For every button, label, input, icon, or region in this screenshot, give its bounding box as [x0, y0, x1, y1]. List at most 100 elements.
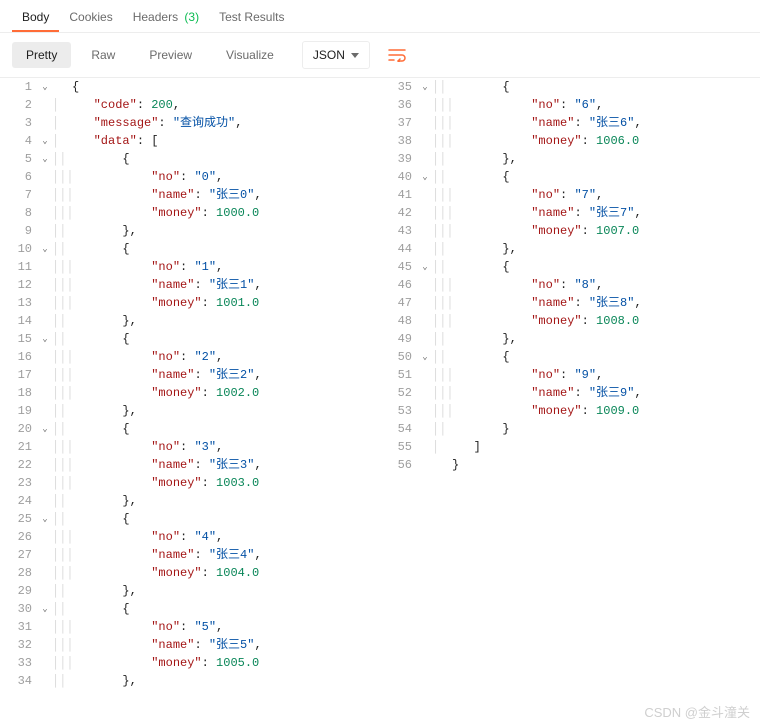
code-line: 42│││ "name": "张三7",	[380, 204, 760, 222]
indent-guide: │││	[432, 114, 452, 132]
code-line: 54││ }	[380, 420, 760, 438]
indent-guide: │││	[432, 312, 452, 330]
line-number: 12	[0, 276, 38, 294]
code-content: {	[72, 600, 380, 618]
code-line: 11│││ "no": "1",	[0, 258, 380, 276]
fold-toggle[interactable]: ⌄	[418, 78, 432, 96]
code-content: {	[72, 330, 380, 348]
code-content: },	[72, 582, 380, 600]
tab-cookies[interactable]: Cookies	[59, 4, 122, 32]
indent-guide: │││	[52, 546, 72, 564]
line-number: 47	[380, 294, 418, 312]
code-content: "no": "8",	[452, 276, 760, 294]
code-content: },	[452, 150, 760, 168]
line-number: 38	[380, 132, 418, 150]
code-content: {	[72, 78, 380, 96]
line-number: 23	[0, 474, 38, 492]
code-line: 44││ },	[380, 240, 760, 258]
tab-test-results[interactable]: Test Results	[209, 4, 294, 32]
line-number: 27	[0, 546, 38, 564]
line-number: 50	[380, 348, 418, 366]
tab-headers[interactable]: Headers (3)	[123, 4, 209, 32]
wrap-lines-button[interactable]	[380, 42, 414, 68]
line-number: 4	[0, 132, 38, 150]
code-content: }	[452, 456, 760, 474]
code-content: ]	[452, 438, 760, 456]
fold-toggle[interactable]: ⌄	[38, 420, 52, 438]
indent-guide: │││	[52, 636, 72, 654]
fold-toggle[interactable]: ⌄	[418, 168, 432, 186]
format-select[interactable]: JSON	[302, 41, 370, 69]
line-number: 2	[0, 96, 38, 114]
indent-guide: │││	[52, 294, 72, 312]
line-number: 46	[380, 276, 418, 294]
indent-guide: ││	[52, 312, 72, 330]
line-number: 54	[380, 420, 418, 438]
code-line: 26│││ "no": "4",	[0, 528, 380, 546]
code-content: "money": 1008.0	[452, 312, 760, 330]
line-number: 35	[380, 78, 418, 96]
visualize-button[interactable]: Visualize	[212, 42, 288, 68]
code-line: 27│││ "name": "张三4",	[0, 546, 380, 564]
preview-button[interactable]: Preview	[135, 42, 206, 68]
code-line: 38│││ "money": 1006.0	[380, 132, 760, 150]
fold-toggle[interactable]: ⌄	[418, 348, 432, 366]
response-body[interactable]: 1⌄{2│ "code": 200,3│ "message": "查询成功",4…	[0, 78, 760, 690]
line-number: 34	[0, 672, 38, 690]
raw-button[interactable]: Raw	[77, 42, 129, 68]
indent-guide: ││	[52, 222, 72, 240]
indent-guide: │││	[432, 204, 452, 222]
code-line: 46│││ "no": "8",	[380, 276, 760, 294]
pretty-button[interactable]: Pretty	[12, 42, 71, 68]
fold-toggle[interactable]: ⌄	[38, 78, 52, 96]
indent-guide: │││	[52, 438, 72, 456]
fold-toggle[interactable]: ⌄	[38, 240, 52, 258]
indent-guide: │││	[432, 294, 452, 312]
code-line: 30⌄││ {	[0, 600, 380, 618]
fold-toggle[interactable]: ⌄	[38, 132, 52, 150]
indent-guide: ││	[52, 582, 72, 600]
fold-toggle[interactable]: ⌄	[38, 600, 52, 618]
response-tabs: Body Cookies Headers (3) Test Results	[0, 0, 760, 33]
code-content: "money": 1000.0	[72, 204, 380, 222]
code-line: 34││ },	[0, 672, 380, 690]
code-content: },	[452, 330, 760, 348]
code-content: },	[72, 312, 380, 330]
code-line: 43│││ "money": 1007.0	[380, 222, 760, 240]
indent-guide: │	[52, 96, 72, 114]
line-number: 10	[0, 240, 38, 258]
code-line: 28│││ "money": 1004.0	[0, 564, 380, 582]
line-number: 49	[380, 330, 418, 348]
line-number: 26	[0, 528, 38, 546]
line-number: 48	[380, 312, 418, 330]
indent-guide: ││	[52, 420, 72, 438]
code-content: "money": 1004.0	[72, 564, 380, 582]
fold-toggle[interactable]: ⌄	[38, 150, 52, 168]
line-number: 21	[0, 438, 38, 456]
tab-body[interactable]: Body	[12, 4, 59, 32]
code-content: {	[72, 420, 380, 438]
code-line: 16│││ "no": "2",	[0, 348, 380, 366]
code-line: 37│││ "name": "张三6",	[380, 114, 760, 132]
code-line: 10⌄││ {	[0, 240, 380, 258]
code-content: "money": 1009.0	[452, 402, 760, 420]
code-content: "money": 1001.0	[72, 294, 380, 312]
indent-guide: │││	[52, 258, 72, 276]
chevron-down-icon	[351, 53, 359, 58]
body-toolbar: Pretty Raw Preview Visualize JSON	[0, 33, 760, 78]
fold-toggle[interactable]: ⌄	[418, 258, 432, 276]
code-line: 17│││ "name": "张三2",	[0, 366, 380, 384]
indent-guide: │││	[432, 96, 452, 114]
fold-toggle[interactable]: ⌄	[38, 330, 52, 348]
format-select-label: JSON	[313, 48, 345, 62]
code-content: "no": "5",	[72, 618, 380, 636]
line-number: 40	[380, 168, 418, 186]
code-content: "name": "张三7",	[452, 204, 760, 222]
indent-guide: ││	[52, 672, 72, 690]
code-content: "no": "7",	[452, 186, 760, 204]
fold-toggle[interactable]: ⌄	[38, 510, 52, 528]
code-line: 3│ "message": "查询成功",	[0, 114, 380, 132]
indent-guide: ││	[432, 420, 452, 438]
indent-guide: │││	[52, 456, 72, 474]
indent-guide: ││	[52, 510, 72, 528]
